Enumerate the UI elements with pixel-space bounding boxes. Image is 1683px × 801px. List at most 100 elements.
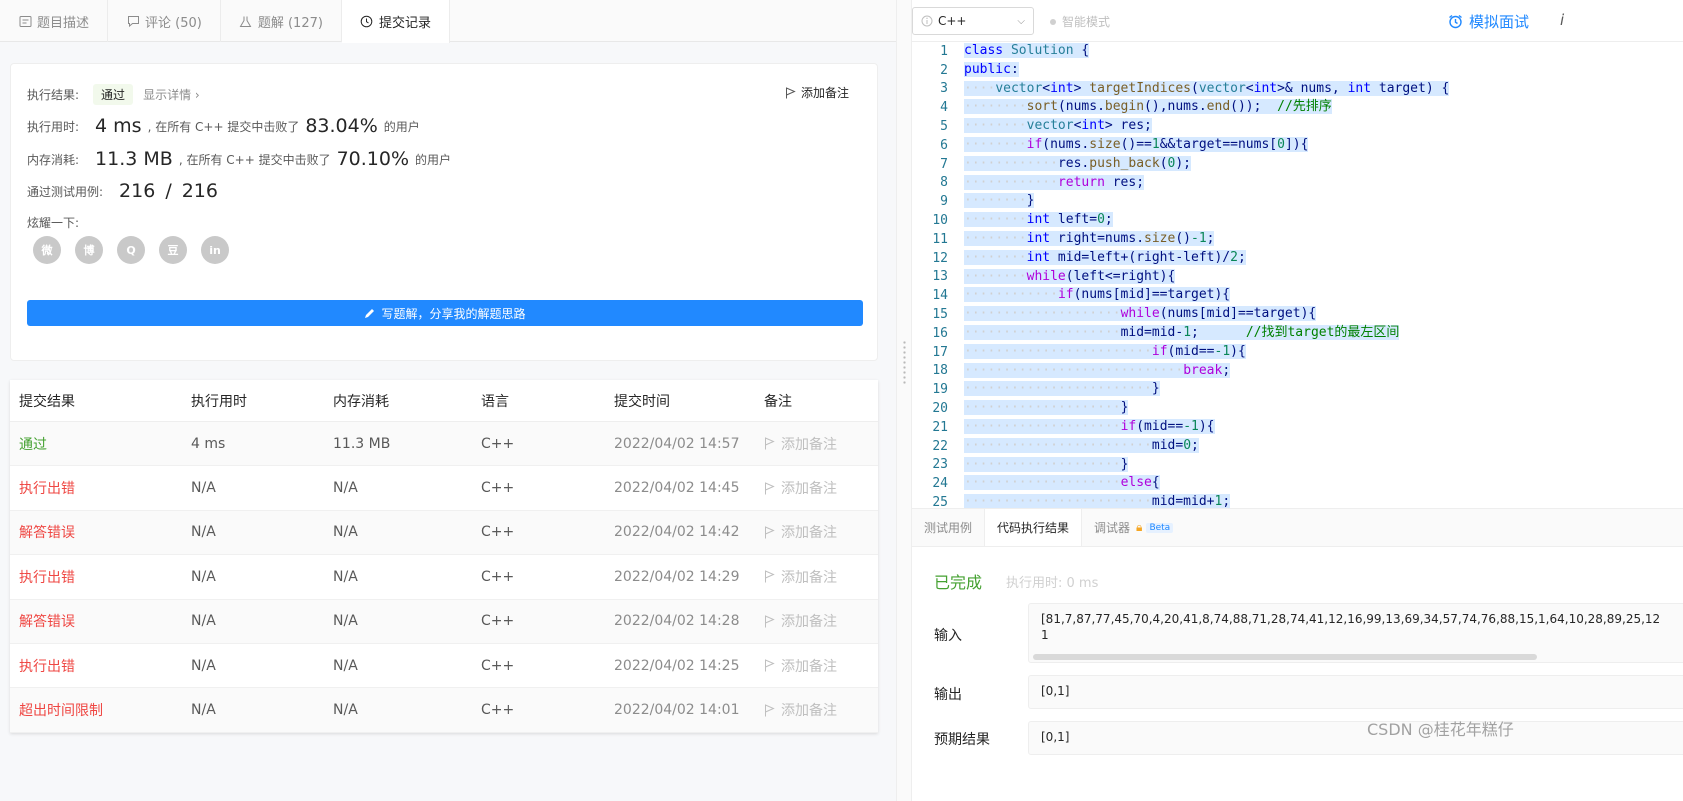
pencil-icon (365, 308, 375, 318)
result-cell[interactable]: 执行出错 (10, 567, 191, 587)
code-line[interactable]: 20 ····················} (912, 399, 1129, 418)
douban-icon[interactable]: 豆 (159, 236, 187, 264)
code-line[interactable]: 8 ············return res; (912, 174, 1145, 193)
code-text: ····························break; (964, 362, 1231, 378)
add-note-button[interactable]: 添加备注 (764, 656, 878, 676)
code-line[interactable]: 19 ························} (912, 380, 1160, 399)
header-note: 备注 (764, 393, 792, 410)
tab-label: 代码执行结果 (997, 521, 1070, 535)
smart-mode-toggle[interactable]: 智能模式 (1050, 13, 1110, 30)
table-row[interactable]: 通过 4 ms 11.3 MB C++ 2022/04/02 14:57 添加备注 (10, 422, 878, 467)
flag-icon (765, 570, 775, 583)
table-row[interactable]: 执行出错 N/A N/A C++ 2022/04/02 14:25 添加备注 (10, 644, 878, 689)
code-line[interactable]: 22 ························mid=0; (912, 437, 1199, 456)
cases-separator: / (165, 180, 172, 202)
add-note-label: 添加备注 (781, 525, 837, 542)
share-buttons: 微 博 Q 豆 in (33, 236, 229, 264)
code-line[interactable]: 14 ············if(nums[mid]==target){ (912, 286, 1231, 305)
code-line[interactable]: 5 ········vector<int> res; (912, 117, 1152, 136)
line-number: 5 (940, 119, 948, 135)
tab-label: 提交记录 (378, 16, 431, 31)
drag-handle-icon[interactable] (903, 340, 906, 384)
problem-tabs: 题目描述 评论 (50) 题解 (127) 提交记录 (0, 0, 896, 43)
add-note-button[interactable]: 添加备注 (764, 522, 878, 542)
cases-row: 通过测试用例: 216 / 216 (27, 180, 224, 202)
tab-comments[interactable]: 评论 (50) (108, 0, 221, 42)
info-icon[interactable]: i (1560, 11, 1564, 29)
horizontal-scrollbar[interactable] (1033, 654, 1537, 660)
code-line[interactable]: 3 ····vector<int> targetIndices(vector<in… (912, 80, 1450, 99)
tab-submissions[interactable]: 提交记录 (341, 0, 450, 43)
linkedin-icon[interactable]: in (201, 236, 229, 264)
write-solution-label: 写题解，分享我的解题思路 (381, 306, 526, 321)
code-line[interactable]: 4 ········sort(nums.begin(),nums.end()); … (912, 98, 1332, 117)
weibo-glyph: 博 (83, 244, 95, 257)
table-row[interactable]: 执行出错 N/A N/A C++ 2022/04/02 14:29 添加备注 (10, 555, 878, 600)
result-cell[interactable]: 解答错误 (10, 611, 191, 631)
table-row[interactable]: 执行出错 N/A N/A C++ 2022/04/02 14:45 添加备注 (10, 466, 878, 511)
write-solution-button[interactable]: 写题解，分享我的解题思路 (27, 300, 863, 326)
code-line[interactable]: 6 ········if(nums.size()==1&&target==nums… (912, 136, 1309, 155)
code-line[interactable]: 17 ························if(mid==-1){ (912, 343, 1246, 362)
code-line[interactable]: 24 ····················else{ (912, 474, 1160, 493)
cases-passed: 216 (119, 180, 156, 202)
code-line[interactable]: 2 public: (912, 61, 1019, 80)
cases-total: 216 (181, 180, 218, 202)
flag-icon (785, 86, 796, 98)
result-cell[interactable]: 通过 (10, 434, 191, 454)
submit-time-cell: 2022/04/02 14:25 (614, 657, 740, 674)
language-value: C++ (938, 14, 967, 28)
result-cell[interactable]: 执行出错 (10, 478, 191, 498)
code-line[interactable]: 16 ····················mid=mid-1; //找到tar… (912, 324, 1400, 343)
result-cell[interactable]: 解答错误 (10, 522, 191, 542)
code-line[interactable]: 1 class Solution { (912, 42, 1090, 61)
add-note-button[interactable]: 添加备注 (764, 567, 878, 587)
memory-users-text: 的用户 (415, 152, 452, 167)
panel-resizer[interactable] (896, 0, 912, 801)
weibo-icon[interactable]: 博 (75, 236, 103, 264)
tab-label: 测试用例 (924, 521, 973, 535)
result-cell[interactable]: 执行出错 (10, 656, 191, 676)
code-line[interactable]: 25 ························mid=mid+1; (912, 493, 1231, 508)
code-line[interactable]: 9 ········} (912, 192, 1035, 211)
table-row[interactable]: 解答错误 N/A N/A C++ 2022/04/02 14:28 添加备注 (10, 599, 878, 644)
code-line[interactable]: 15 ····················while(nums[mid]==t… (912, 305, 1317, 324)
code-line[interactable]: 23 ····················} (912, 456, 1129, 475)
code-text: ········int mid=left+(right-left)/2; (964, 249, 1246, 265)
runtime-cell: N/A (191, 568, 216, 585)
tab-solutions[interactable]: 题解 (127) (221, 0, 342, 42)
lock-icon: 🔒︎ (1136, 520, 1143, 534)
table-row[interactable]: 超出时间限制 N/A N/A C++ 2022/04/02 14:01 添加备注 (10, 688, 878, 733)
add-note-button[interactable]: 添加备注 (764, 700, 878, 720)
code-line[interactable]: 12 ········int mid=left+(right-left)/2; (912, 249, 1246, 268)
tab-testcase[interactable]: 测试用例 (912, 509, 984, 546)
header-submit-time: 提交时间 (614, 393, 670, 410)
result-cell[interactable]: 超出时间限制 (10, 700, 191, 720)
add-note-label: 添加备注 (781, 658, 837, 675)
console-tabs: 测试用例 代码执行结果 调试器 🔒︎ Beta (912, 509, 1683, 547)
show-details-link[interactable]: 显示详情 › (143, 86, 200, 103)
add-note-button[interactable]: 添加备注 (785, 84, 849, 101)
code-line[interactable]: 11 ········int right=nums.size()-1; (912, 230, 1215, 249)
add-note-button[interactable]: 添加备注 (764, 434, 878, 454)
code-line[interactable]: 18 ····························break; (912, 362, 1231, 381)
add-note-button[interactable]: 添加备注 (764, 611, 878, 631)
mock-interview-button[interactable]: 模拟面试 (1448, 11, 1529, 32)
tab-debugger[interactable]: 调试器 🔒︎ Beta (1082, 509, 1185, 546)
code-line[interactable]: 13 ········while(left<=right){ (912, 268, 1176, 287)
add-note-button[interactable]: 添加备注 (764, 478, 878, 498)
wechat-icon[interactable]: 微 (33, 236, 61, 264)
language-select[interactable]: C++ ⌵ (912, 7, 1034, 35)
code-line[interactable]: 21 ····················if(mid==-1){ (912, 418, 1215, 437)
table-row[interactable]: 解答错误 N/A N/A C++ 2022/04/02 14:42 添加备注 (10, 510, 878, 556)
tab-run-result[interactable]: 代码执行结果 (984, 509, 1083, 546)
tab-description[interactable]: 题目描述 (0, 0, 109, 42)
code-editor[interactable]: 1 class Solution {2 public: 3 ····vector<int… (912, 42, 1683, 508)
status-badge: 通过 (93, 84, 134, 105)
code-line[interactable]: 7 ············res.push_back(0); (912, 155, 1192, 174)
run-exec-time: 执行用时: 0 ms (1006, 576, 1099, 591)
flag-icon (765, 614, 775, 628)
qq-icon[interactable]: Q (117, 236, 145, 264)
input-box[interactable]: [81,7,87,77,45,70,4,20,41,8,74,88,71,28,… (1028, 603, 1683, 663)
code-line[interactable]: 10 ········int left=0; (912, 211, 1113, 230)
